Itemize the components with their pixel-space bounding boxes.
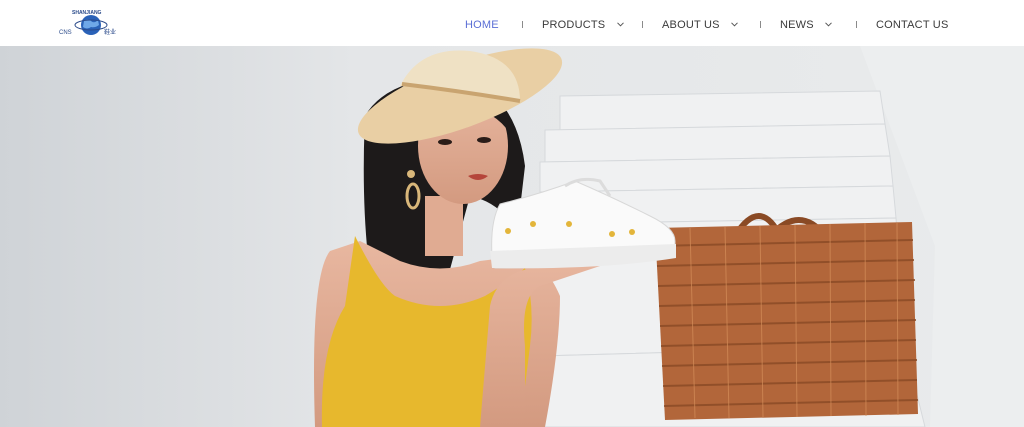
nav-news-label: NEWS <box>780 19 814 31</box>
chevron-down-icon <box>731 22 738 27</box>
nav-separator <box>522 21 523 28</box>
nav-home[interactable]: HOME <box>465 0 499 46</box>
nav-about-label: ABOUT US <box>662 19 720 31</box>
nav-contact-us[interactable]: CONTACT US <box>876 0 949 46</box>
nav-products[interactable]: PRODUCTS <box>542 0 624 46</box>
nav-about-us[interactable]: ABOUT US <box>662 0 738 46</box>
chevron-down-icon <box>825 22 832 27</box>
nav-separator <box>856 21 857 28</box>
nav-news[interactable]: NEWS <box>780 0 832 46</box>
nav-separator <box>642 21 643 28</box>
nav-products-label: PRODUCTS <box>542 19 606 31</box>
main-nav: HOME PRODUCTS ABOUT US NEWS CONTACT US <box>0 0 1024 46</box>
site-header: SHANJIANG CNS 鞋业 HOME PRODUCTS ABOUT US … <box>0 0 1024 46</box>
hero-banner <box>0 46 1024 427</box>
chevron-down-icon <box>616 22 624 27</box>
basket-graphic <box>655 213 919 420</box>
hero-image <box>0 46 1024 427</box>
nav-separator <box>760 21 761 28</box>
